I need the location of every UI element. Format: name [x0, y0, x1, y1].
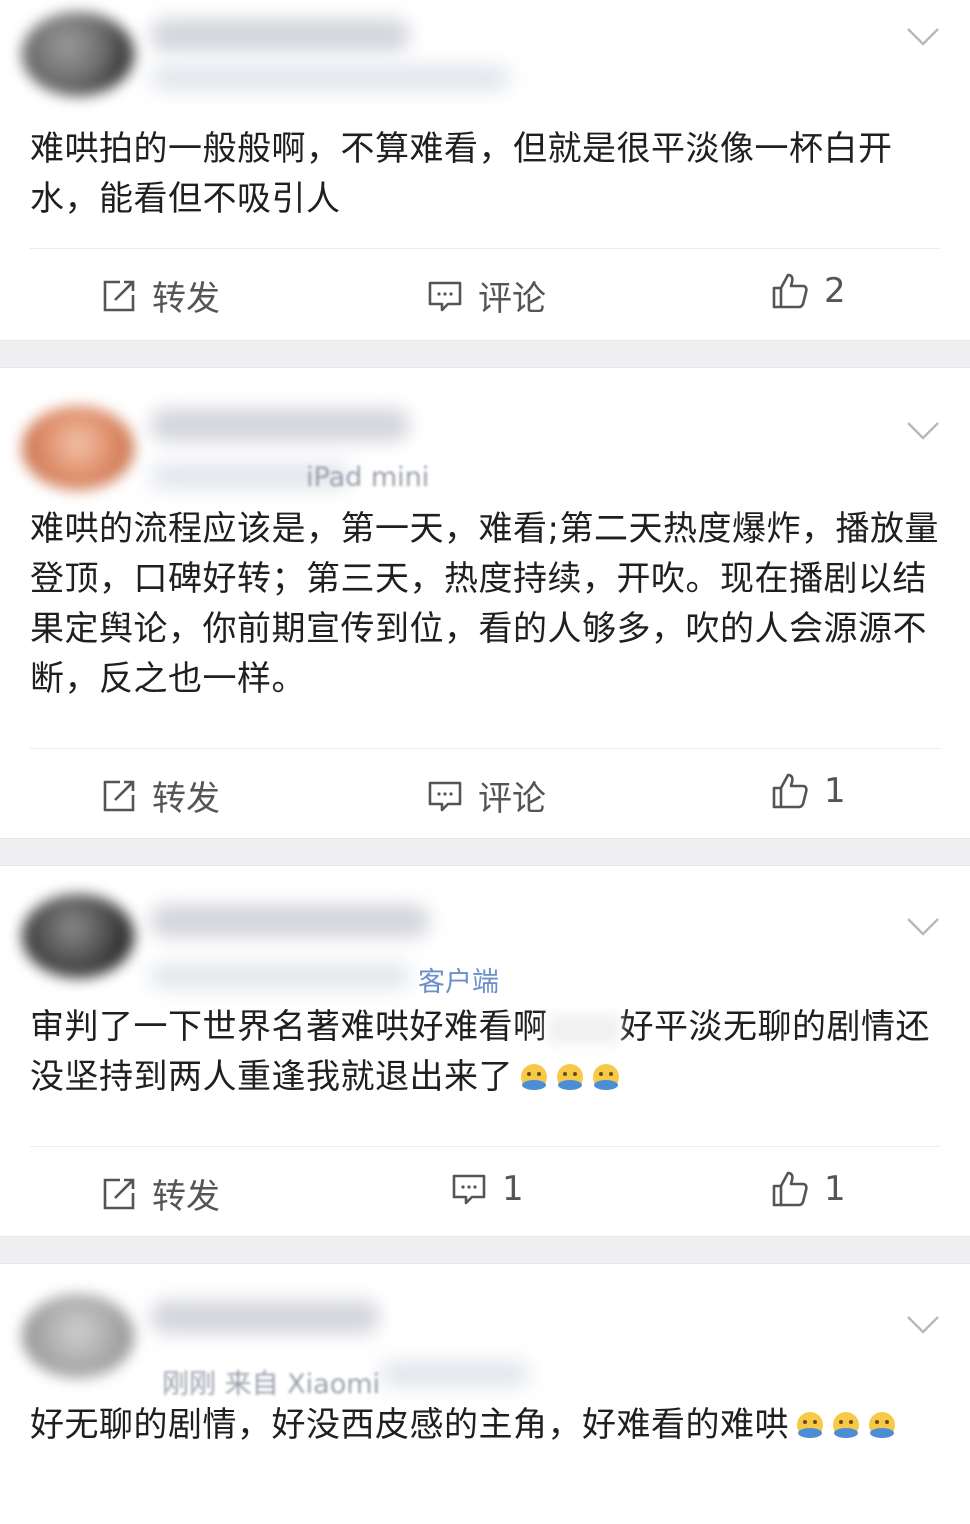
post-header	[0, 0, 970, 110]
comment-button[interactable]: 评论	[426, 771, 546, 820]
like-count: 1	[824, 1169, 846, 1209]
repost-button[interactable]: 转发	[100, 271, 220, 320]
crying-face-emoji-icon	[557, 1064, 583, 1090]
weibo-comment-feed: 难哄拍的一般般啊，不算难看，但就是很平淡像一杯白开水，能看但不吸引人 转发 评论	[0, 0, 970, 1524]
post-content: 难哄拍的一般般啊，不算难看，但就是很平淡像一杯白开水，能看但不吸引人	[30, 129, 893, 219]
post-content-part: 审判了一下世界名著难哄好难看啊	[30, 1007, 548, 1047]
post-divider	[0, 340, 970, 368]
username-redacted[interactable]	[150, 18, 410, 52]
post-source: iPad mini	[306, 462, 430, 493]
repost-label: 转发	[152, 279, 220, 319]
comment-icon	[452, 1174, 486, 1205]
post-card: iPad mini 难哄的流程应该是，第一天，难看;第二天热度爆炸，播放量登顶，…	[0, 368, 970, 838]
action-bar: 转发 评论 1	[30, 748, 940, 841]
avatar[interactable]	[22, 12, 134, 96]
username-redacted[interactable]	[150, 904, 430, 938]
crying-face-emoji-icon	[797, 1412, 823, 1438]
thumbs-up-icon	[772, 1171, 808, 1207]
post-card: 刚刚 来自 Xiaomi 好无聊的剧情，好没西皮感的主角，好难看的难哄	[0, 1264, 970, 1524]
share-icon	[103, 1178, 135, 1209]
post-divider	[0, 1236, 970, 1264]
like-button[interactable]: 1	[770, 771, 846, 811]
comment-button[interactable]: 1	[450, 1169, 524, 1209]
post-meta-redacted	[150, 964, 410, 988]
comment-label: 评论	[478, 279, 546, 319]
repost-button[interactable]: 转发	[100, 1169, 220, 1218]
post-source: 刚刚 来自 Xiaomi	[162, 1369, 381, 1400]
like-button[interactable]: 2	[770, 271, 846, 311]
post-source: 客户端	[418, 967, 499, 998]
chevron-down-icon[interactable]	[906, 1314, 940, 1336]
post-header: 客户端	[0, 866, 970, 998]
post-card: 客户端 审判了一下世界名著难哄好难看啊 好平淡无聊的剧情还没坚持到两人重逢我就退出…	[0, 866, 970, 1236]
share-icon	[103, 280, 135, 311]
comment-count: 1	[502, 1169, 524, 1209]
chevron-down-icon[interactable]	[906, 26, 940, 48]
comment-icon	[428, 781, 462, 811]
post-meta-redacted	[380, 1362, 530, 1386]
action-bar: 转发 1 1	[30, 1146, 940, 1239]
post-card: 难哄拍的一般般啊，不算难看，但就是很平淡像一杯白开水，能看但不吸引人 转发 评论	[0, 0, 970, 340]
like-count: 1	[824, 771, 846, 811]
chevron-down-icon[interactable]	[906, 420, 940, 442]
repost-label: 转发	[152, 1177, 220, 1217]
post-header: iPad mini	[0, 368, 970, 493]
post-meta-redacted	[150, 66, 510, 90]
comment-label: 评论	[478, 779, 546, 819]
comment-icon	[428, 281, 462, 311]
username-redacted[interactable]	[150, 1300, 380, 1334]
share-icon	[103, 780, 135, 811]
username-redacted[interactable]	[150, 408, 410, 442]
post-content-text: 好无聊的剧情，好没西皮感的主角，好难看的难哄	[30, 1405, 789, 1445]
chevron-down-icon[interactable]	[906, 916, 940, 938]
avatar[interactable]	[22, 1294, 134, 1378]
like-button[interactable]: 1	[770, 1169, 846, 1209]
crying-face-emoji-icon	[833, 1412, 859, 1438]
post-content: 审判了一下世界名著难哄好难看啊 好平淡无聊的剧情还没坚持到两人重逢我就退出来了	[30, 1002, 940, 1102]
crying-face-emoji-icon	[869, 1412, 895, 1438]
avatar[interactable]	[22, 894, 134, 978]
post-content: 难哄的流程应该是，第一天，难看;第二天热度爆炸，播放量登顶，口碑好转；第三天，热…	[30, 509, 939, 699]
action-bar: 转发 评论 2	[30, 248, 940, 341]
avatar[interactable]	[22, 406, 134, 490]
thumbs-up-icon	[772, 773, 808, 809]
thumbs-up-icon	[772, 273, 808, 309]
post-header: 刚刚 来自 Xiaomi	[0, 1264, 970, 1400]
crying-face-emoji-icon	[593, 1064, 619, 1090]
repost-label: 转发	[152, 779, 220, 819]
redacted-text	[547, 1013, 620, 1044]
post-divider	[0, 838, 970, 866]
repost-button[interactable]: 转发	[100, 771, 220, 820]
post-content: 好无聊的剧情，好没西皮感的主角，好难看的难哄	[30, 1400, 940, 1450]
comment-button[interactable]: 评论	[426, 271, 546, 320]
like-count: 2	[824, 271, 846, 311]
crying-face-emoji-icon	[521, 1064, 547, 1090]
